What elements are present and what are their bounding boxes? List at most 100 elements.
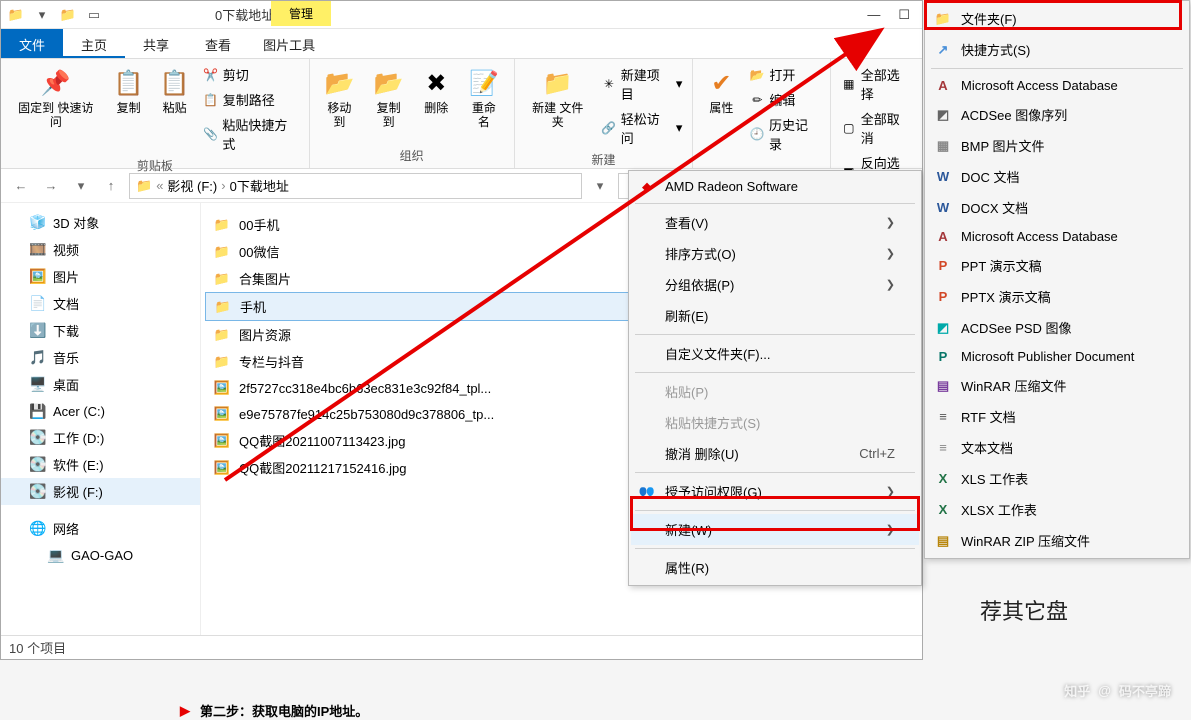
qat-down-icon[interactable]: ▾ [31, 4, 53, 26]
ctx-group[interactable]: 分组依据(P)❯ [631, 269, 919, 300]
ctx-new-item[interactable]: ▤ WinRAR 压缩文件 [927, 370, 1187, 401]
sidebar-item[interactable]: 💻GAO-GAO [1, 542, 200, 568]
tab-home[interactable]: 主页 [63, 29, 125, 58]
nav-up-button[interactable]: ↑ [99, 174, 123, 198]
breadcrumb-seg1[interactable]: 影视 (F:) [167, 176, 217, 195]
ctx-new-item[interactable]: PPPT 演示文稿 [927, 250, 1187, 281]
paste-shortcut-button[interactable]: 📎粘贴快捷方式 [201, 113, 301, 155]
sidebar-item[interactable]: 💾Acer (C:) [1, 398, 200, 424]
sidebar-item[interactable]: 🧊3D 对象 [1, 209, 200, 236]
history-button[interactable]: 🕘历史记录 [747, 113, 822, 155]
sidebar-item[interactable]: 🌐网络 [1, 515, 200, 542]
ctx-new-item[interactable]: ◩ACDSee PSD 图像 [927, 312, 1187, 343]
ctx-new-item[interactable]: ▦BMP 图片文件 [927, 130, 1187, 161]
sidebar-item[interactable]: 💽工作 (D:) [1, 424, 200, 451]
tab-share[interactable]: 共享 [125, 29, 187, 58]
copy-path-button[interactable]: 📋复制路径 [201, 88, 301, 111]
file-icon: 🖼️ [213, 432, 231, 450]
properties-button[interactable]: ✔属性 [701, 63, 741, 119]
ctx-new-item-label: Microsoft Access Database [961, 78, 1118, 93]
filetype-icon: P [935, 349, 951, 365]
ctx-sort[interactable]: 排序方式(O)❯ [631, 238, 919, 269]
ctx-paste-label: 粘贴(P) [665, 382, 708, 401]
ctx-new-item[interactable]: AMicrosoft Access Database [927, 223, 1187, 250]
ctx-new-item[interactable]: PMicrosoft Publisher Document [927, 343, 1187, 370]
delete-button[interactable]: ✖删除 [416, 63, 456, 119]
sidebar-item[interactable]: 🎞️视频 [1, 236, 200, 263]
triangle-icon: ▶ [180, 703, 190, 719]
filetype-icon: A [935, 78, 951, 94]
minimize-button[interactable]: — [867, 7, 880, 23]
filetype-icon: ▤ [935, 378, 951, 394]
open-button[interactable]: 📂打开 [747, 63, 822, 86]
moveto-icon: 📂 [323, 67, 355, 99]
ctx-new-item[interactable]: ≡文本文档 [927, 432, 1187, 463]
copy-label: 复制 [117, 101, 141, 115]
ctx-new-item-label: WinRAR 压缩文件 [961, 376, 1066, 395]
ctx-new-item[interactable]: XXLSX 工作表 [927, 494, 1187, 525]
sidebar-item[interactable]: 🎵音乐 [1, 344, 200, 371]
newitem-button[interactable]: ✳新建项目▾ [599, 63, 684, 105]
cut-button[interactable]: ✂️剪切 [201, 63, 301, 86]
ctx-new-item[interactable]: A Microsoft Access Database [927, 72, 1187, 99]
zhihu-icon: 知乎 [1064, 681, 1090, 700]
file-icon: 📁 [213, 353, 231, 371]
group-label-organize: 组织 [318, 145, 506, 164]
maximize-button[interactable]: ☐ [898, 7, 910, 23]
ctx-new-item[interactable]: ↗快捷方式(S) [927, 34, 1187, 65]
ctx-new-item[interactable]: ≡RTF 文档 [927, 401, 1187, 432]
breadcrumb-seg2[interactable]: 0下载地址 [230, 176, 289, 195]
sidebar-item[interactable]: 💽软件 (E:) [1, 451, 200, 478]
newfolder-button[interactable]: 📁新建 文件夹 [523, 63, 594, 133]
sidebar-item[interactable]: 💽影视 (F:) [1, 478, 200, 505]
breadcrumb-dropdown[interactable]: ▾ [588, 174, 612, 198]
ctx-amd[interactable]: ◆AMD Radeon Software [631, 173, 919, 200]
nav-recent-button[interactable]: ▾ [69, 174, 93, 198]
step-caption: ▶ 第二步：获取电脑的IP地址。 [180, 701, 368, 720]
sidebar-item[interactable]: 🖥️桌面 [1, 371, 200, 398]
ctx-new-item[interactable]: XXLS 工作表 [927, 463, 1187, 494]
breadcrumb[interactable]: 📁 « 影视 (F:) › 0下载地址 [129, 173, 582, 199]
ctx-new-item[interactable]: 📁文件夹(F) [927, 3, 1187, 34]
ctx-new-item[interactable]: PPPTX 演示文稿 [927, 281, 1187, 312]
selectnone-button[interactable]: ▢全部取消 [839, 107, 914, 149]
nav-back-button[interactable]: ← [9, 174, 33, 198]
separator [635, 472, 915, 473]
tab-picture-tools[interactable]: 图片工具 [249, 29, 329, 58]
tab-file[interactable]: 文件 [1, 29, 63, 58]
copyto-button[interactable]: 📂复制到 [367, 63, 410, 133]
history-icon: 🕘 [749, 126, 765, 142]
ctx-new-item-label: BMP 图片文件 [961, 136, 1045, 155]
rename-button[interactable]: 📝重命名 [462, 63, 505, 133]
ctx-refresh[interactable]: 刷新(E) [631, 300, 919, 331]
ctx-new-item[interactable]: ◩ACDSee 图像序列 [927, 99, 1187, 130]
qat-folder-icon[interactable]: 📁 [57, 4, 79, 26]
edit-button[interactable]: ✏编辑 [747, 88, 822, 111]
tab-view[interactable]: 查看 [187, 29, 249, 58]
ctx-new-item[interactable]: WDOCX 文档 [927, 192, 1187, 223]
ctx-new-item-label: ACDSee PSD 图像 [961, 318, 1072, 337]
sidebar-item[interactable]: 🖼️图片 [1, 263, 200, 290]
pin-button[interactable]: 📌固定到 快速访问 [9, 63, 103, 133]
copy-button[interactable]: 📋复制 [109, 63, 149, 119]
ctx-grant[interactable]: 👥授予访问权限(G)❯ [631, 476, 919, 507]
context-menu-new: 📁文件夹(F)↗快捷方式(S) A Microsoft Access Databas… [924, 0, 1190, 559]
ctx-new-item[interactable]: ▤WinRAR ZIP 压缩文件 [927, 525, 1187, 556]
ctx-undo[interactable]: 撤消 删除(U)Ctrl+Z [631, 438, 919, 469]
moveto-button[interactable]: 📂移动到 [318, 63, 361, 133]
ctx-view[interactable]: 查看(V)❯ [631, 207, 919, 238]
ctx-properties[interactable]: 属性(R) [631, 552, 919, 583]
qat-equals-icon[interactable]: ▭ [83, 4, 105, 26]
ctx-new[interactable]: 新建(W)❯ [631, 514, 919, 545]
sidebar-item-icon: 📄 [29, 295, 47, 313]
easyaccess-button[interactable]: 🔗轻松访问▾ [599, 107, 684, 149]
paste-button[interactable]: 📋粘贴 [155, 63, 195, 119]
sidebar-item[interactable]: ⬇️下载 [1, 317, 200, 344]
sidebar-item[interactable]: 📄文档 [1, 290, 200, 317]
nav-forward-button[interactable]: → [39, 174, 63, 198]
selectall-button[interactable]: ▦全部选择 [839, 63, 914, 105]
newitem-label: 新建项目 [621, 65, 672, 103]
file-icon: 🖼️ [213, 459, 231, 477]
ctx-new-item[interactable]: WDOC 文档 [927, 161, 1187, 192]
ctx-customize[interactable]: 自定义文件夹(F)... [631, 338, 919, 369]
